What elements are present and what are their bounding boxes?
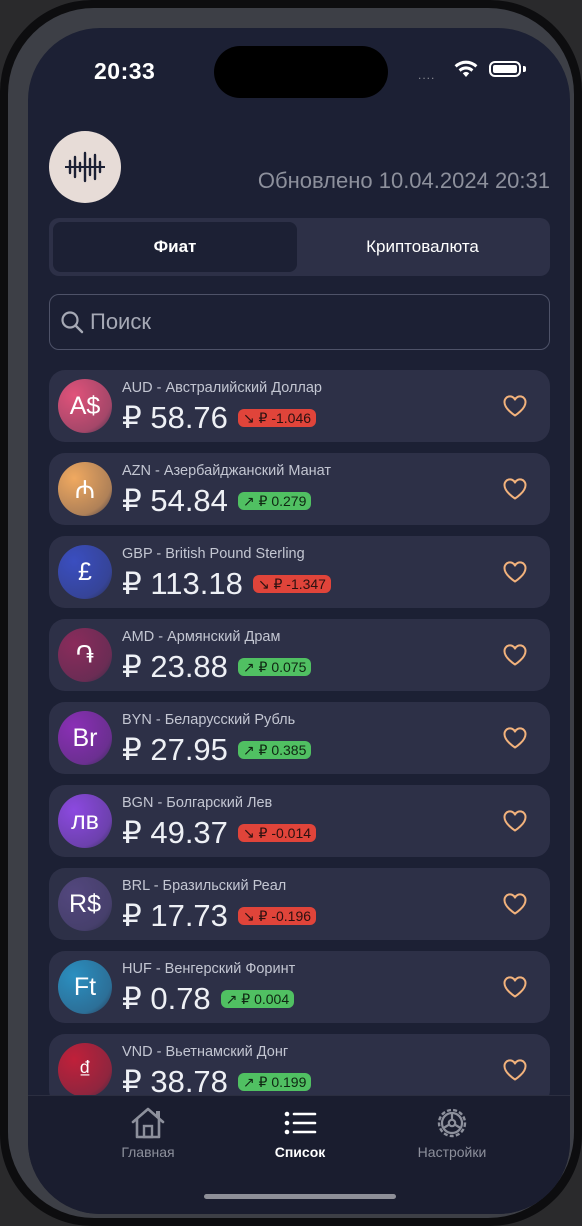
tab-bar: Главная Список Настройки [28, 1095, 570, 1214]
currency-type-segmented-control: Фиат Криптовалюта [49, 218, 550, 276]
currency-row[interactable]: A$ AUD - Австралийский Доллар ₽ 58.76 ↘ ₽ -… [49, 370, 550, 442]
currency-row[interactable]: ₫ VND - Вьетнамский Донг ₽ 38.78 ↗ ₽ 0.199 [49, 1034, 550, 1095]
dynamic-island [214, 46, 388, 98]
search-field[interactable] [49, 294, 550, 350]
currency-symbol-icon: ₼ [58, 462, 112, 516]
currency-name: BYN - Беларусский Рубль [122, 712, 296, 728]
settings-gear-icon [437, 1108, 467, 1138]
rate-change-badge: ↘ ₽ -0.196 [237, 907, 317, 925]
rate-line: ₽ 27.95 ↗ ₽ 0.385 [122, 732, 312, 768]
rate-line: ₽ 38.78 ↗ ₽ 0.199 [122, 1064, 312, 1095]
favorite-heart-icon[interactable] [502, 892, 528, 921]
favorite-heart-icon[interactable] [502, 1058, 528, 1087]
status-time: 20:33 [94, 58, 156, 84]
currency-symbol-icon: A$ [58, 379, 112, 433]
rate-change-badge: ↘ ₽ -0.014 [237, 824, 317, 842]
currency-name: HUF - Венгерский Форинт [122, 961, 296, 977]
currency-rate: ₽ 54.84 [122, 483, 228, 518]
currency-rate: ₽ 23.88 [122, 649, 228, 684]
currency-name: AZN - Азербайджанский Манат [122, 463, 332, 479]
segment-crypto[interactable]: Криптовалюта [299, 222, 546, 272]
currency-rate: ₽ 38.78 [122, 1064, 228, 1095]
list-icon [284, 1111, 317, 1135]
tab-list-label: Список [274, 1144, 326, 1160]
currency-rate: ₽ 113.18 [122, 566, 243, 601]
search-icon [60, 310, 84, 334]
currency-rate: ₽ 49.37 [122, 815, 228, 850]
rate-change-badge: ↗ ₽ 0.004 [220, 990, 295, 1008]
tab-list[interactable]: Список [225, 1106, 375, 1160]
favorite-heart-icon[interactable] [502, 560, 528, 589]
currency-name: VND - Вьетнамский Донг [122, 1044, 289, 1060]
rate-change-badge: ↗ ₽ 0.279 [237, 492, 312, 510]
currency-rate: ₽ 27.95 [122, 732, 228, 767]
currency-rate: ₽ 58.76 [122, 400, 228, 435]
currency-symbol-icon: лв [58, 794, 112, 848]
favorite-heart-icon[interactable] [502, 643, 528, 672]
signal-dots: .... [418, 68, 436, 82]
app-screen: 20:33 .... Обновлено 10.04.2024 20:31 Фи… [28, 28, 570, 1214]
favorite-heart-icon[interactable] [502, 809, 528, 838]
currency-name: AMD - Армянский Драм [122, 629, 281, 645]
currency-row[interactable]: Ft HUF - Венгерский Форинт ₽ 0.78 ↗ ₽ 0.004 [49, 951, 550, 1023]
currency-symbol-icon: Ft [58, 960, 112, 1014]
favorite-heart-icon[interactable] [502, 975, 528, 1004]
rate-change-badge: ↗ ₽ 0.199 [237, 1073, 312, 1091]
currency-symbol-icon: £ [58, 545, 112, 599]
rate-line: ₽ 49.37 ↘ ₽ -0.014 [122, 815, 317, 851]
wifi-icon [454, 60, 478, 83]
tab-settings-label: Настройки [417, 1144, 487, 1160]
chart-logo-icon [65, 151, 105, 183]
currency-row[interactable]: £ GBP - British Pound Sterling ₽ 113.18 ↘ ₽… [49, 536, 550, 608]
tab-settings[interactable]: Настройки [377, 1106, 527, 1160]
currency-symbol-icon: ֏ [58, 628, 112, 682]
rate-line: ₽ 113.18 ↘ ₽ -1.347 [122, 566, 331, 602]
battery-nub [523, 66, 526, 72]
rate-line: ₽ 0.78 ↗ ₽ 0.004 [122, 981, 295, 1017]
favorite-heart-icon[interactable] [502, 726, 528, 755]
currency-row[interactable]: ₼ AZN - Азербайджанский Манат ₽ 54.84 ↗ ₽ 0… [49, 453, 550, 525]
currency-name: AUD - Австралийский Доллар [122, 380, 322, 396]
rate-change-badge: ↗ ₽ 0.385 [237, 741, 312, 759]
currency-row[interactable]: Br BYN - Беларусский Рубль ₽ 27.95 ↗ ₽ 0.38… [49, 702, 550, 774]
segment-fiat[interactable]: Фиат [53, 222, 297, 272]
rate-change-badge: ↘ ₽ -1.046 [237, 409, 317, 427]
status-bar: 20:33 .... [28, 28, 570, 118]
search-input[interactable] [88, 308, 512, 336]
currency-symbol-icon: Br [58, 711, 112, 765]
device-bezel: 20:33 .... Обновлено 10.04.2024 20:31 Фи… [8, 8, 574, 1218]
rate-change-badge: ↗ ₽ 0.075 [237, 658, 312, 676]
rate-line: ₽ 23.88 ↗ ₽ 0.075 [122, 649, 312, 685]
currency-row[interactable]: R$ BRL - Бразильский Реал ₽ 17.73 ↘ ₽ -0.19… [49, 868, 550, 940]
currency-list[interactable]: A$ AUD - Австралийский Доллар ₽ 58.76 ↘ ₽ -… [49, 370, 550, 1095]
currency-name: BGN - Болгарский Лев [122, 795, 273, 811]
currency-name: GBP - British Pound Sterling [122, 546, 305, 562]
currency-symbol-icon: R$ [58, 877, 112, 931]
tab-home[interactable]: Главная [73, 1106, 223, 1160]
battery-icon [489, 61, 521, 77]
rate-line: ₽ 17.73 ↘ ₽ -0.196 [122, 898, 317, 934]
updated-timestamp: Обновлено 10.04.2024 20:31 [257, 168, 550, 193]
currency-symbol-icon: ₫ [58, 1043, 112, 1095]
rate-change-badge: ↘ ₽ -1.347 [252, 575, 331, 593]
currency-name: BRL - Бразильский Реал [122, 878, 287, 894]
tab-home-label: Главная [121, 1144, 175, 1160]
currency-row[interactable]: лв BGN - Болгарский Лев ₽ 49.37 ↘ ₽ -0.014 [49, 785, 550, 857]
app-logo[interactable] [49, 131, 121, 203]
device-frame: 20:33 .... Обновлено 10.04.2024 20:31 Фи… [0, 0, 582, 1226]
currency-rate: ₽ 17.73 [122, 898, 228, 933]
home-icon [131, 1107, 165, 1139]
currency-row[interactable]: ֏ AMD - Армянский Драм ₽ 23.88 ↗ ₽ 0.075 [49, 619, 550, 691]
favorite-heart-icon[interactable] [502, 394, 528, 423]
currency-rate: ₽ 0.78 [122, 981, 211, 1016]
favorite-heart-icon[interactable] [502, 477, 528, 506]
home-indicator [204, 1194, 396, 1199]
rate-line: ₽ 54.84 ↗ ₽ 0.279 [122, 483, 312, 519]
rate-line: ₽ 58.76 ↘ ₽ -1.046 [122, 400, 317, 436]
